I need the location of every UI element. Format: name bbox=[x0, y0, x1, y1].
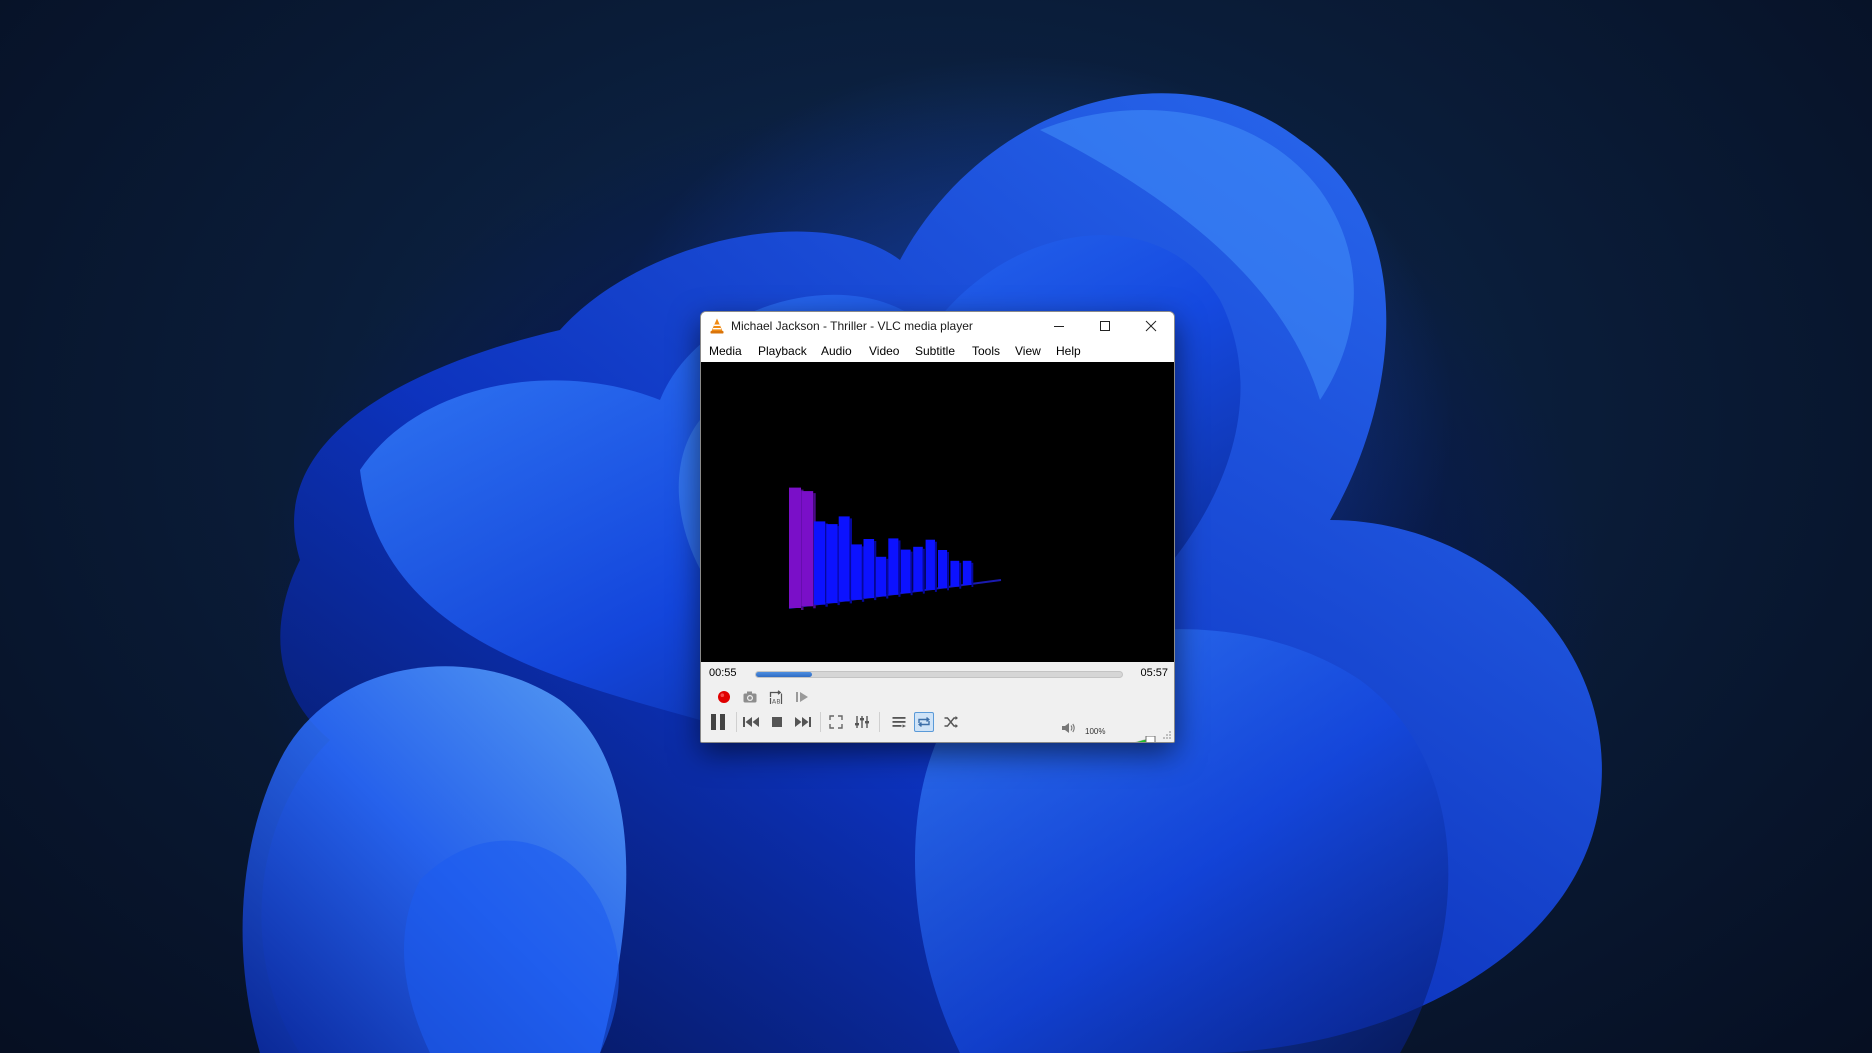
spectrum-bar bbox=[925, 539, 935, 590]
spectrum-bar bbox=[863, 539, 875, 599]
spectrum-bar-side bbox=[898, 540, 901, 597]
title-bar[interactable]: Michael Jackson - Thriller - VLC media p… bbox=[701, 312, 1174, 340]
separator bbox=[736, 712, 737, 732]
spectrum-bar-side bbox=[910, 551, 913, 596]
spectrum-bar bbox=[962, 560, 972, 585]
snapshot-button[interactable] bbox=[740, 687, 760, 707]
spectrum-bar bbox=[801, 491, 814, 607]
ab-loop-button[interactable]: A B bbox=[766, 687, 786, 707]
spectrum-bar-side bbox=[922, 548, 925, 594]
fullscreen-icon bbox=[829, 715, 843, 729]
spectrum-bar bbox=[888, 538, 899, 595]
frame-by-frame-icon bbox=[796, 692, 808, 702]
maximize-icon bbox=[1100, 321, 1110, 331]
spectrum-bar bbox=[938, 550, 948, 589]
menu-tools[interactable]: Tools bbox=[972, 344, 1000, 358]
spectrum-bar-side bbox=[947, 552, 949, 591]
record-icon bbox=[718, 691, 730, 703]
menu-playback[interactable]: Playback bbox=[758, 344, 807, 358]
menu-bar: Media Playback Audio Video Subtitle Tool… bbox=[701, 340, 1174, 362]
pause-icon bbox=[711, 714, 725, 730]
minimize-button[interactable] bbox=[1036, 312, 1082, 340]
shuffle-icon bbox=[944, 716, 958, 728]
close-icon bbox=[1145, 320, 1157, 332]
menu-help[interactable]: Help bbox=[1056, 344, 1081, 358]
volume-handle[interactable] bbox=[1145, 736, 1156, 743]
vlc-cone-icon bbox=[710, 318, 724, 334]
volume-slider[interactable] bbox=[1082, 736, 1156, 743]
spectrum-bar-side bbox=[971, 562, 974, 587]
spectrum-bar bbox=[900, 549, 911, 594]
video-area[interactable] bbox=[701, 362, 1174, 662]
window-title: Michael Jackson - Thriller - VLC media p… bbox=[731, 319, 973, 333]
desktop-background: Michael Jackson - Thriller - VLC media p… bbox=[0, 0, 1872, 1053]
spectrum-bar bbox=[838, 516, 850, 602]
fullscreen-button[interactable] bbox=[826, 712, 846, 732]
minimize-icon bbox=[1054, 326, 1064, 327]
spectrum-bar-side bbox=[934, 541, 937, 592]
total-time: 05:57 bbox=[1140, 667, 1168, 679]
audio-visualizer bbox=[788, 487, 1002, 610]
pause-button[interactable] bbox=[704, 709, 732, 735]
spectrum-bar-side bbox=[886, 558, 889, 599]
menu-media[interactable]: Media bbox=[709, 344, 742, 358]
resize-grip[interactable] bbox=[1162, 730, 1172, 740]
previous-icon bbox=[743, 717, 759, 727]
spectrum-bar-side bbox=[959, 562, 962, 589]
shuffle-button[interactable] bbox=[941, 712, 961, 732]
extended-settings-button[interactable] bbox=[852, 712, 872, 732]
separator bbox=[820, 712, 821, 732]
menu-view[interactable]: View bbox=[1015, 344, 1041, 358]
close-button[interactable] bbox=[1128, 312, 1174, 340]
frame-step-button[interactable] bbox=[792, 687, 812, 707]
next-icon bbox=[795, 717, 811, 727]
spectrum-bar bbox=[851, 544, 862, 600]
seek-bar[interactable] bbox=[755, 671, 1123, 678]
loop-icon bbox=[918, 717, 930, 727]
playlist-button[interactable] bbox=[889, 712, 909, 732]
record-button[interactable] bbox=[714, 687, 734, 707]
ab-loop-icon: A B bbox=[769, 690, 783, 706]
spectrum-bar bbox=[789, 487, 801, 608]
previous-button[interactable] bbox=[741, 712, 761, 732]
seek-progress bbox=[756, 672, 813, 677]
maximize-button[interactable] bbox=[1082, 312, 1128, 340]
volume-percent: 100% bbox=[1085, 727, 1106, 736]
spectrum-bar bbox=[875, 556, 887, 597]
menu-video[interactable]: Video bbox=[869, 344, 899, 358]
stop-button[interactable] bbox=[767, 712, 787, 732]
mute-button[interactable] bbox=[1058, 718, 1078, 738]
spectrum-bar bbox=[913, 546, 923, 592]
next-button[interactable] bbox=[793, 712, 813, 732]
controls-panel: 00:55 05:57 A B 100% bbox=[701, 662, 1174, 742]
elapsed-time: 00:55 bbox=[709, 667, 737, 679]
spectrum-bar bbox=[950, 560, 960, 587]
menu-subtitle[interactable]: Subtitle bbox=[915, 344, 955, 358]
stop-icon bbox=[772, 717, 782, 727]
loop-button[interactable] bbox=[914, 712, 934, 732]
speaker-icon bbox=[1062, 723, 1075, 733]
spectrum-bar bbox=[813, 521, 826, 605]
camera-icon bbox=[743, 691, 757, 703]
playlist-icon bbox=[892, 717, 906, 728]
extended-settings-icon bbox=[855, 716, 869, 728]
menu-audio[interactable]: Audio bbox=[821, 344, 852, 358]
vlc-window: Michael Jackson - Thriller - VLC media p… bbox=[700, 311, 1175, 743]
spectrum-bar bbox=[826, 524, 838, 604]
separator bbox=[879, 712, 880, 732]
svg-text:B: B bbox=[776, 699, 780, 706]
